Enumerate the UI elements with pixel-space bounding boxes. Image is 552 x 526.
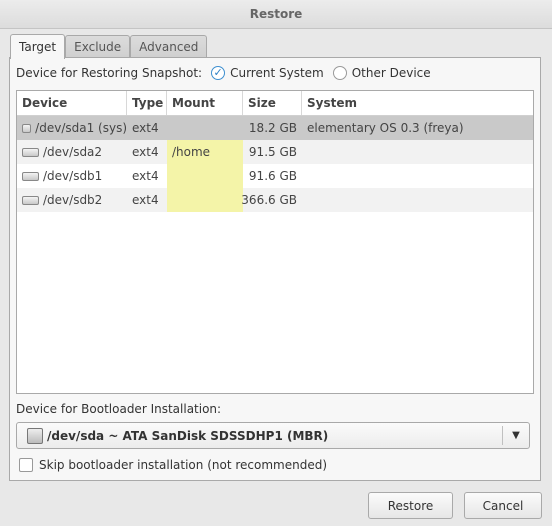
table-row[interactable]: /dev/sdb1 ext4 91.6 GB [17,164,533,188]
device-name: /dev/sdb1 [43,169,103,183]
table-header: Device Type Mount Size System [17,91,533,116]
other-device-label[interactable]: Other Device [352,66,431,80]
size-cell: 366.6 GB [241,193,297,207]
device-name: /dev/sda2 [43,145,103,159]
tab-label: Advanced [139,40,199,54]
type-cell: ext4 [132,121,159,135]
device-cell: /dev/sda1 (sys) [17,116,127,140]
column-header-type[interactable]: Type [127,91,167,115]
chevron-down-icon[interactable]: ▼ [503,430,529,441]
mount-cell[interactable] [167,116,243,140]
disk-icon [22,171,39,181]
window-titlebar: Restore [0,0,552,29]
column-header-device[interactable]: Device [17,91,127,115]
mount-cell[interactable]: /home [167,140,243,164]
table-row[interactable]: /dev/sda1 (sys) ext4 18.2 GB elementary … [17,116,533,140]
current-system-label[interactable]: Current System [230,66,324,80]
hard-drive-icon [27,427,43,444]
device-cell: /dev/sdb2 [17,188,127,212]
device-name: /dev/sda1 (sys) [35,121,127,135]
other-device-radio[interactable] [332,66,347,80]
skip-bootloader-row: Skip bootloader installation (not recomm… [19,458,327,472]
system-cell [302,140,533,164]
size-cell: 18.2 GB [248,121,297,135]
mount-cell[interactable] [167,164,243,188]
type-cell: ext4 [132,169,159,183]
device-cell: /dev/sda2 [17,140,127,164]
restore-target-label: Device for Restoring Snapshot: [16,66,203,80]
column-header-size[interactable]: Size [243,91,302,115]
tab-label: Exclude [74,40,122,54]
tab-advanced[interactable]: Advanced [130,35,208,58]
window-title: Restore [249,7,303,21]
tab-bar: Target Exclude Advanced [10,34,208,59]
system-cell: elementary OS 0.3 (freya) [307,121,464,135]
system-cell [302,164,533,188]
device-table: Device Type Mount Size System /dev/sda1 … [16,90,534,394]
size-cell: 91.6 GB [248,169,297,183]
system-cell [302,188,533,212]
tab-label: Target [19,40,57,54]
column-header-mount[interactable]: Mount [167,91,243,115]
skip-bootloader-checkbox[interactable] [19,458,33,472]
table-row[interactable]: /dev/sdb2 ext4 366.6 GB [17,188,533,212]
current-system-radio[interactable] [211,66,226,80]
disk-icon [22,195,39,205]
type-cell: ext4 [132,193,159,207]
bootloader-selected-device: /dev/sda ~ ATA SanDisk SDSSDHP1 (MBR) [47,428,329,443]
bootloader-label: Device for Bootloader Installation: [16,402,222,416]
restore-target-row: Device for Restoring Snapshot: Current S… [16,65,431,81]
size-cell: 91.5 GB [248,145,297,159]
device-cell: /dev/sdb1 [17,164,127,188]
device-name: /dev/sdb2 [43,193,103,207]
disk-icon [22,147,39,157]
cancel-button[interactable]: Cancel [464,492,542,519]
type-cell: ext4 [132,145,159,159]
restore-button[interactable]: Restore [368,492,453,519]
mount-cell[interactable] [167,188,243,212]
table-row[interactable]: /dev/sda2 ext4 /home 91.5 GB [17,140,533,164]
column-header-system[interactable]: System [302,91,533,115]
disk-icon [22,123,32,133]
skip-bootloader-label[interactable]: Skip bootloader installation (not recomm… [39,458,327,472]
tab-target[interactable]: Target [10,34,66,59]
bootloader-device-dropdown[interactable]: /dev/sda ~ ATA SanDisk SDSSDHP1 (MBR) ▼ [16,422,530,449]
tab-exclude[interactable]: Exclude [65,35,131,58]
